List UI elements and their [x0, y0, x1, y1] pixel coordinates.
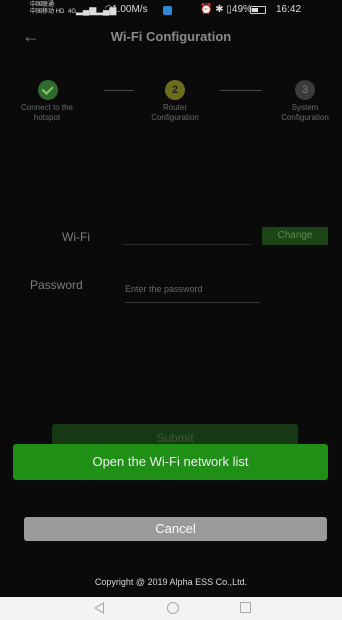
network-speed: 1.00M/s — [112, 4, 148, 15]
android-nav-bar — [0, 597, 342, 620]
step-connector-1 — [104, 90, 134, 91]
app-notification-icon — [163, 6, 172, 15]
nav-home-icon[interactable] — [167, 602, 179, 614]
open-wifi-list-button[interactable]: Open the Wi-Fi network list — [13, 444, 328, 480]
app-header: ← Wi-Fi Configuration — [0, 24, 342, 52]
wifi-value — [123, 230, 251, 245]
battery-icon — [250, 6, 266, 14]
step-connector-2 — [220, 90, 262, 91]
step-3-circle: 3 — [295, 80, 315, 100]
step-1-label: Connect to the hotspot — [20, 103, 74, 122]
password-input[interactable] — [125, 276, 260, 303]
clock: 16:42 — [276, 4, 302, 15]
nav-back-icon[interactable] — [94, 602, 104, 614]
step-1-check-icon — [38, 80, 58, 100]
page-title: Wi-Fi Configuration — [110, 29, 232, 44]
change-wifi-button[interactable]: Change — [262, 227, 328, 245]
carrier-labels: 中国联通 中国移动 HD — [30, 2, 64, 16]
password-label: Password — [30, 278, 83, 292]
cancel-button[interactable]: Cancel — [24, 517, 327, 541]
step-2-circle: 2 — [165, 80, 185, 100]
step-2-label: Router Configuration — [151, 103, 199, 122]
status-bar: 中国联通 中国移动 HD 4G▂▄▆ 4G▂▄▆ ◠ 1.00M/s ⏰ ✱ ▯… — [0, 0, 342, 24]
nav-recents-icon[interactable] — [240, 602, 251, 613]
alarm-bluetooth-vibrate-icons: ⏰ ✱ ▯49% — [200, 4, 252, 15]
submit-button[interactable]: Submit — [52, 424, 298, 446]
wifi-label: Wi-Fi — [62, 230, 90, 244]
step-3-label: System Configuration — [281, 103, 329, 122]
carrier-2: 中国移动 HD — [30, 9, 65, 15]
carrier-1: 中国联通 — [30, 2, 55, 8]
phone-screen: 中国联通 中国移动 HD 4G▂▄▆ 4G▂▄▆ ◠ 1.00M/s ⏰ ✱ ▯… — [0, 0, 342, 620]
copyright-text: Copyright @ 2019 Alpha ESS Co.,Ltd. — [94, 577, 248, 587]
